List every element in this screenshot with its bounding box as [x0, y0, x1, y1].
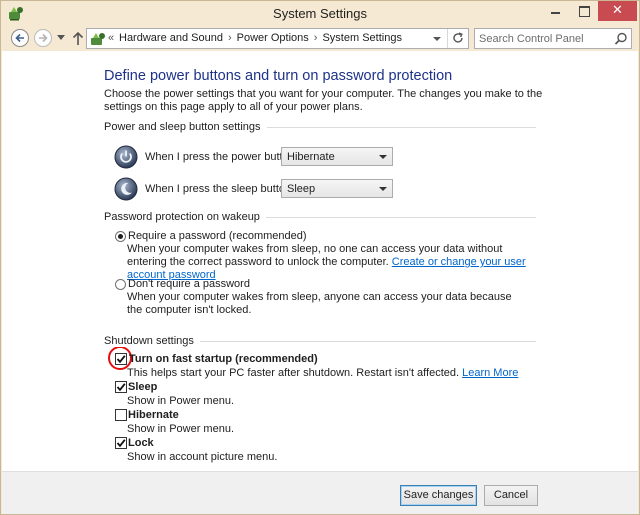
chevron-down-icon: [379, 187, 387, 191]
search-box: [474, 28, 632, 49]
close-icon: ✕: [612, 3, 623, 18]
lock-checkbox[interactable]: [115, 437, 127, 449]
password-group: Password protection on wakeup: [104, 211, 536, 224]
lock-label[interactable]: Lock: [128, 437, 154, 449]
control-panel-icon: [91, 33, 105, 45]
close-button[interactable]: ✕: [598, 1, 637, 21]
title-bar[interactable]: System Settings ✕: [1, 1, 639, 25]
checkmark-icon: [116, 383, 126, 392]
main-content: Define power buttons and turn on passwor…: [2, 51, 638, 471]
require-password-description: When your computer wakes from sleep, no …: [127, 243, 527, 282]
button-bar: Save changes Cancel: [2, 471, 638, 514]
group-label-shutdown: Shutdown settings: [104, 335, 200, 347]
power-buttons-group: Power and sleep button settings: [104, 121, 536, 134]
back-button[interactable]: [11, 29, 29, 47]
breadcrumb-separator-icon[interactable]: ›: [228, 32, 232, 44]
breadcrumb-system-settings[interactable]: System Settings: [322, 32, 401, 44]
sleep-button-action-value: Sleep: [287, 183, 316, 195]
sleep-button-action-select[interactable]: Sleep: [281, 179, 393, 198]
hibernate-label[interactable]: Hibernate: [128, 409, 179, 421]
require-password-radio[interactable]: [115, 231, 126, 242]
fast-startup-desc-text: This helps start your PC faster after sh…: [127, 367, 460, 379]
power-button-action-value: Hibernate: [287, 151, 335, 163]
power-button-icon: [114, 145, 138, 169]
require-password-label[interactable]: Require a password (recommended): [128, 230, 307, 242]
fast-startup-label[interactable]: Turn on fast startup (recommended): [129, 353, 318, 365]
learn-more-link[interactable]: Learn More: [462, 367, 518, 379]
checkmark-icon: [116, 439, 126, 448]
up-arrow-icon[interactable]: [72, 30, 84, 46]
refresh-icon: [453, 32, 463, 43]
minimize-button[interactable]: [541, 1, 571, 21]
page-description: Choose the power settings that you want …: [104, 88, 543, 113]
breadcrumb-power-options[interactable]: Power Options: [237, 32, 309, 44]
maximize-button[interactable]: [571, 1, 598, 21]
page-title: Define power buttons and turn on passwor…: [104, 68, 453, 84]
group-label-power-buttons: Power and sleep button settings: [104, 121, 267, 133]
refresh-button[interactable]: [447, 29, 468, 48]
arrow-left-icon: [15, 33, 24, 43]
chevron-down-icon: [379, 155, 387, 159]
system-settings-window: System Settings ✕ « Hardware and Sound ›…: [0, 0, 640, 515]
search-input[interactable]: [479, 31, 609, 46]
address-bar[interactable]: « Hardware and Sound › Power Options › Syste…: [86, 28, 469, 49]
navigation-bar: « Hardware and Sound › Power Options › Syste…: [1, 25, 639, 51]
hibernate-description: Show in Power menu.: [127, 423, 234, 435]
power-button-label: When I press the power button:: [145, 151, 298, 163]
breadcrumb-overflow-icon[interactable]: «: [108, 32, 114, 44]
shutdown-group: Shutdown settings: [104, 335, 536, 348]
cancel-button[interactable]: Cancel: [484, 485, 538, 506]
breadcrumb-separator-icon[interactable]: ›: [314, 32, 318, 44]
arrow-right-icon: [39, 33, 48, 43]
power-button-action-select[interactable]: Hibernate: [281, 147, 393, 166]
sleep-checkbox[interactable]: [115, 381, 127, 393]
address-dropdown-button[interactable]: [429, 29, 445, 48]
dont-require-password-description: When your computer wakes from sleep, any…: [127, 291, 512, 316]
fast-startup-description: This helps start your PC faster after sh…: [127, 367, 518, 379]
sleep-button-label: When I press the sleep button:: [145, 183, 295, 195]
sleep-label[interactable]: Sleep: [128, 381, 157, 393]
breadcrumb-hardware-and-sound[interactable]: Hardware and Sound: [119, 32, 223, 44]
save-changes-button[interactable]: Save changes: [400, 485, 477, 506]
sleep-description: Show in Power menu.: [127, 395, 234, 407]
dont-require-password-radio[interactable]: [115, 279, 126, 290]
lock-description: Show in account picture menu.: [127, 451, 278, 463]
group-label-password: Password protection on wakeup: [104, 211, 266, 223]
recent-locations-chevron-icon[interactable]: [57, 33, 65, 41]
hibernate-checkbox[interactable]: [115, 409, 127, 421]
forward-button[interactable]: [34, 29, 52, 47]
sleep-button-icon: [114, 177, 138, 201]
breadcrumb: Hardware and Sound › Power Options › System …: [119, 32, 402, 44]
search-icon[interactable]: [614, 32, 628, 46]
dont-require-password-label[interactable]: Don't require a password: [128, 278, 250, 290]
